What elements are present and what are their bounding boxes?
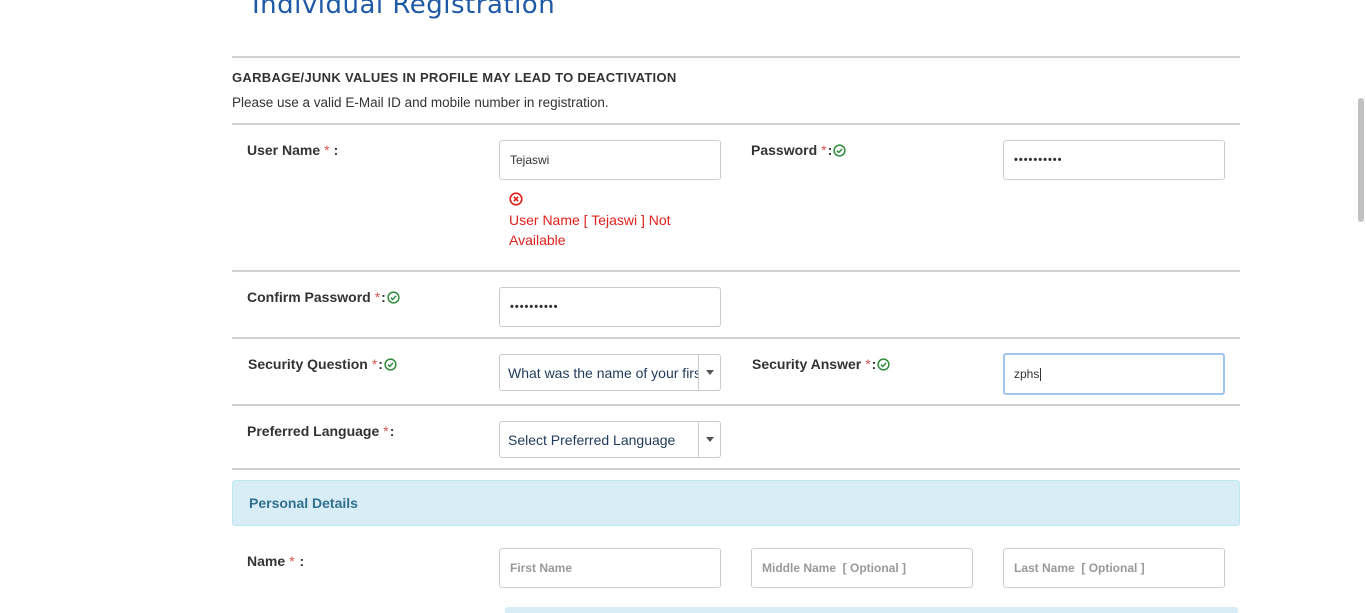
divider xyxy=(232,56,1240,58)
security-question-select[interactable]: What was the name of your first school? xyxy=(499,354,721,391)
security-question-label: Security Question * : xyxy=(248,356,397,372)
divider xyxy=(232,123,1240,125)
divider xyxy=(232,404,1240,406)
text-cursor xyxy=(1040,367,1042,381)
security-answer-label: Security Answer * : xyxy=(752,356,890,372)
required-mark: * xyxy=(865,356,871,372)
first-name-input[interactable]: First Name xyxy=(499,548,721,588)
username-input[interactable]: Tejaswi xyxy=(499,140,721,180)
confirm-password-label: Confirm Password * : xyxy=(247,289,400,305)
page-title: Individual Registration xyxy=(252,0,556,20)
security-answer-input[interactable]: zphs xyxy=(1003,353,1225,395)
preferred-language-label: Preferred Language * : xyxy=(247,423,395,439)
check-circle-icon xyxy=(387,290,400,304)
middle-name-input[interactable]: Middle Name [ Optional ] xyxy=(751,548,973,588)
divider xyxy=(232,337,1240,339)
confirm-password-input[interactable]: •••••••••• xyxy=(499,287,721,327)
caret-down-icon[interactable] xyxy=(698,422,720,457)
personal-details-heading: Personal Details xyxy=(232,480,1240,526)
info-box xyxy=(505,607,1238,613)
name-label: Name * : xyxy=(247,553,305,569)
preferred-language-selected: Select Preferred Language xyxy=(508,431,676,448)
notice-subtitle: Please use a valid E-Mail ID and mobile … xyxy=(232,95,609,110)
required-mark: * xyxy=(383,423,389,439)
caret-down-icon[interactable] xyxy=(698,355,720,390)
check-circle-icon xyxy=(384,357,397,371)
required-mark: * xyxy=(289,553,295,569)
required-mark: * xyxy=(374,289,381,305)
security-question-selected: What was the name of your first school? xyxy=(508,364,698,381)
required-mark: * xyxy=(821,142,827,158)
username-error-message: User Name [ Tejaswi ] Not Available xyxy=(509,212,671,248)
divider xyxy=(232,270,1240,272)
check-circle-icon xyxy=(833,143,846,157)
password-label: Password * : xyxy=(751,142,846,158)
username-label: User Name * : xyxy=(247,142,339,158)
scrollbar[interactable] xyxy=(1358,98,1364,222)
required-mark: * xyxy=(324,142,330,158)
divider xyxy=(232,468,1240,470)
notice-title: GARBAGE/JUNK VALUES IN PROFILE MAY LEAD … xyxy=(232,70,677,85)
required-mark: * xyxy=(371,356,378,372)
password-input[interactable]: •••••••••• xyxy=(1003,140,1225,180)
x-circle-icon xyxy=(509,192,523,206)
check-circle-icon xyxy=(877,357,890,371)
preferred-language-select[interactable]: Select Preferred Language xyxy=(499,421,721,458)
last-name-input[interactable]: Last Name [ Optional ] xyxy=(1003,548,1225,588)
